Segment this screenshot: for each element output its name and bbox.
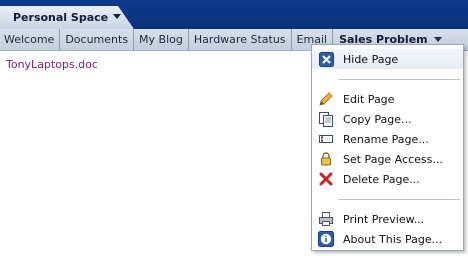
chevron-down-icon[interactable] [433,37,442,42]
personal-space-label: Personal Space [13,11,109,24]
menu-item-edit-page[interactable]: Edit Page [312,89,463,109]
menu-item-set-page-access[interactable]: Set Page Access... [312,149,463,169]
header-band: Personal Space [0,0,468,29]
pencil-icon [318,91,334,107]
rename-icon [318,131,334,147]
padlock-icon [318,151,334,167]
menu-item-label: Hide Page [343,52,399,66]
personal-space-tab[interactable]: Personal Space [0,6,134,29]
menu-separator [338,79,460,80]
printer-icon [318,211,334,227]
tab-my-blog[interactable]: My Blog [134,28,189,51]
menu-item-copy-page[interactable]: Copy Page... [312,109,463,129]
page-actions-menu: Hide Page Edit Page Copy Page... Rename … [311,44,464,251]
menu-item-label: About This Page... [343,232,443,246]
menu-item-delete-page[interactable]: Delete Page... [312,169,463,189]
copy-pages-icon [318,111,334,127]
menu-item-label: Edit Page [343,92,395,106]
menu-item-label: Copy Page... [343,112,412,126]
menu-item-label: Rename Page... [343,132,429,146]
document-link[interactable]: TonyLaptops.doc [6,58,98,71]
info-icon [318,231,334,247]
close-box-icon [318,51,334,67]
menu-item-label: Print Preview... [343,212,425,226]
menu-item-print-preview[interactable]: Print Preview... [312,209,463,229]
menu-item-rename-page[interactable]: Rename Page... [312,129,463,149]
menu-item-about-page[interactable]: About This Page... [312,229,463,249]
tab-documents[interactable]: Documents [60,28,135,51]
menu-separator [338,199,460,200]
menu-item-label: Set Page Access... [343,152,443,166]
tab-hardware-status[interactable]: Hardware Status [189,28,292,51]
red-x-icon [318,171,334,187]
tab-welcome[interactable]: Welcome [0,28,61,51]
chevron-down-icon[interactable] [113,14,122,19]
menu-item-hide-page[interactable]: Hide Page [312,49,463,69]
menu-item-label: Delete Page... [343,172,420,186]
